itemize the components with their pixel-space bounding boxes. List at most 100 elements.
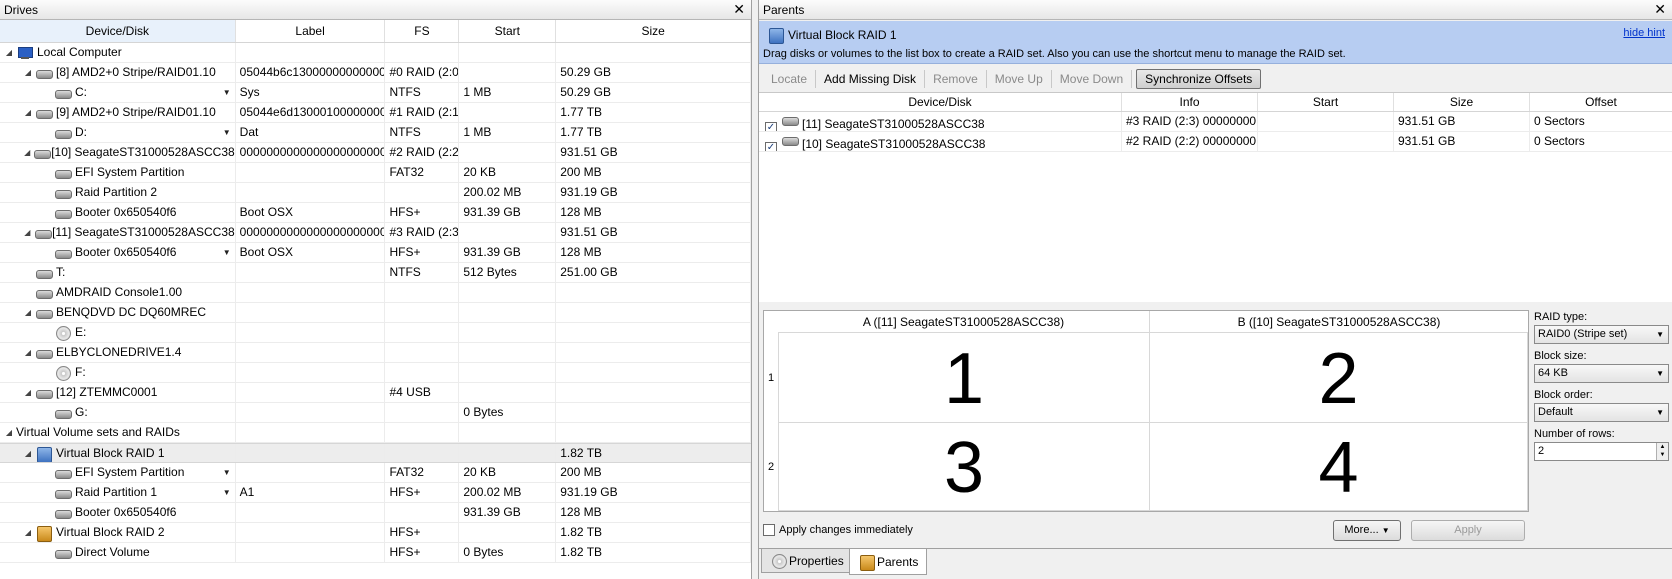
- more-button[interactable]: More... ▼: [1333, 520, 1401, 541]
- device-name: EFI System Partition: [75, 465, 185, 479]
- expand-toggle-icon[interactable]: ◢: [23, 223, 32, 242]
- parents-column-size[interactable]: Size: [1394, 93, 1530, 111]
- drive-tree-row[interactable]: ◢ Local Computer: [0, 43, 751, 63]
- move-up-button[interactable]: Move Up: [987, 70, 1052, 88]
- apply-button[interactable]: Apply: [1411, 520, 1525, 541]
- fs-cell: #3 RAID (2:3): [385, 223, 460, 242]
- drive-tree-row[interactable]: D: ▼ Dat NTFS 1 MB 1.77 TB: [0, 123, 751, 143]
- column-fs[interactable]: FS: [385, 20, 460, 42]
- grid-block-cell: 3: [778, 423, 1150, 511]
- expand-toggle-icon[interactable]: ◢: [23, 383, 33, 402]
- rows-stepper[interactable]: 2 ▲ ▼: [1534, 442, 1669, 461]
- disk-icon: [33, 145, 52, 161]
- disk-icon: [34, 225, 53, 241]
- expand-toggle-icon[interactable]: ◢: [4, 423, 14, 442]
- locate-button[interactable]: Locate: [763, 70, 817, 88]
- drive-tree-row[interactable]: ◢ ELBYCLONEDRIVE1.4: [0, 343, 751, 363]
- drive-tree-row[interactable]: ◢ [8] AMD2+0 Stripe/RAID01.10 05044b6c1300…: [0, 63, 751, 83]
- block-size-select[interactable]: 64 KB ▼: [1534, 364, 1669, 383]
- drive-tree-row[interactable]: ◢ Virtual Block RAID 1 1.82 TB: [0, 443, 751, 463]
- device-cell: ◢ [9] AMD2+0 Stripe/RAID01.10: [0, 103, 236, 122]
- drive-tree-row[interactable]: Booter 0x650540f6 931.39 GB 128 MB: [0, 503, 751, 523]
- tree-node: D:: [0, 123, 235, 142]
- drive-tree-row[interactable]: Raid Partition 1 ▼ A1 HFS+ 200.02 MB 931.19 G…: [0, 483, 751, 503]
- parent-checkbox[interactable]: ✓: [765, 122, 777, 131]
- dropdown-arrow-icon[interactable]: ▼: [223, 83, 231, 102]
- dropdown-arrow-icon[interactable]: ▼: [223, 123, 231, 142]
- more-label: More...: [1344, 524, 1379, 536]
- drive-tree-row[interactable]: E:: [0, 323, 751, 343]
- apply-immediately-option[interactable]: Apply changes immediately: [763, 524, 913, 536]
- drive-tree-row[interactable]: G: 0 Bytes: [0, 403, 751, 423]
- column-label[interactable]: Label: [236, 20, 386, 42]
- expand-toggle-icon[interactable]: ◢: [23, 523, 33, 542]
- expand-toggle-icon[interactable]: ◢: [23, 103, 33, 122]
- drive-tree-row[interactable]: Direct Volume HFS+ 0 Bytes 1.82 TB: [0, 543, 751, 563]
- drive-tree-row[interactable]: ◢ [9] AMD2+0 Stripe/RAID01.10 05044e6d1300…: [0, 103, 751, 123]
- parents-list-row[interactable]: ✓ [10] SeagateST31000528ASCC38 #2 RAID (2…: [759, 132, 1672, 152]
- label-cell: [236, 343, 386, 362]
- drive-tree-row[interactable]: ◢ [11] SeagateST31000528ASCC38 00000000000…: [0, 223, 751, 243]
- start-cell: [459, 43, 557, 62]
- drive-tree-row[interactable]: C: ▼ Sys NTFS 1 MB 50.29 GB: [0, 83, 751, 103]
- apply-immediately-checkbox[interactable]: [763, 524, 775, 536]
- drive-tree-row[interactable]: F:: [0, 363, 751, 383]
- column-size[interactable]: Size: [556, 20, 751, 42]
- device-name: Booter 0x650540f6: [75, 505, 177, 519]
- disk-icon: [54, 545, 72, 561]
- remove-button[interactable]: Remove: [925, 70, 987, 88]
- drive-tree-row[interactable]: EFI System Partition FAT32 20 KB 200 MB: [0, 163, 751, 183]
- move-down-button[interactable]: Move Down: [1052, 70, 1133, 88]
- size-cell: 1.82 TB: [556, 444, 751, 462]
- parents-list-row[interactable]: ✓ [11] SeagateST31000528ASCC38 #3 RAID (2…: [759, 112, 1672, 132]
- parent-checkbox[interactable]: ✓: [765, 142, 777, 151]
- synchronize-offsets-button[interactable]: Synchronize Offsets: [1136, 69, 1262, 89]
- device-cell: G:: [0, 403, 236, 422]
- tab-properties[interactable]: Properties: [761, 549, 853, 573]
- add-missing-disk-button[interactable]: Add Missing Disk: [816, 70, 926, 88]
- expand-toggle-icon[interactable]: ◢: [23, 444, 33, 462]
- drive-tree-row[interactable]: ◢ [12] ZTEMMC0001 #4 USB: [0, 383, 751, 403]
- device-cell: ◢ ELBYCLONEDRIVE1.4: [0, 343, 236, 362]
- drive-tree-row[interactable]: EFI System Partition ▼ FAT32 20 KB 200 MB: [0, 463, 751, 483]
- dropdown-arrow-icon[interactable]: ▼: [223, 483, 231, 502]
- hide-hint-link[interactable]: hide hint: [1623, 27, 1665, 39]
- size-cell: [556, 43, 751, 62]
- spin-arrows-icon[interactable]: ▲ ▼: [1656, 443, 1668, 460]
- parents-column-start[interactable]: Start: [1258, 93, 1394, 111]
- disk-icon: [54, 185, 72, 201]
- parents-panel: Parents ✕ Virtual Block RAID 1 Drag disk…: [758, 0, 1672, 579]
- column-device-disk[interactable]: Device/Disk: [0, 20, 236, 42]
- parents-close-icon[interactable]: ✕: [1654, 0, 1666, 18]
- drive-tree-row[interactable]: ◢ Virtual Volume sets and RAIDs: [0, 423, 751, 443]
- drive-tree-row[interactable]: Booter 0x650540f6 ▼ Boot OSX HFS+ 931.39 GB 1…: [0, 243, 751, 263]
- block-order-select[interactable]: Default ▼: [1534, 403, 1669, 422]
- device-cell: ◢ BENQDVD DC DQ60MREC: [0, 303, 236, 322]
- expand-toggle-icon[interactable]: ◢: [23, 343, 33, 362]
- dropdown-arrow-icon[interactable]: ▼: [223, 463, 231, 482]
- raid-type-select[interactable]: RAID0 (Stripe set) ▼: [1534, 325, 1669, 344]
- parents-column-info[interactable]: Info: [1122, 93, 1258, 111]
- drive-tree-row[interactable]: Raid Partition 2 200.02 MB 931.19 GB: [0, 183, 751, 203]
- start-cell: 0 Bytes: [459, 403, 557, 422]
- device-cell: Raid Partition 1 ▼: [0, 483, 236, 502]
- dropdown-arrow-icon[interactable]: ▼: [223, 243, 231, 262]
- expand-toggle-icon[interactable]: ◢: [23, 303, 33, 322]
- expand-toggle-icon[interactable]: ◢: [23, 143, 31, 162]
- label-cell: [236, 463, 386, 482]
- expand-toggle-icon[interactable]: ◢: [23, 63, 33, 82]
- parents-column-offset[interactable]: Offset: [1530, 93, 1672, 111]
- drive-tree-row[interactable]: Booter 0x650540f6 Boot OSX HFS+ 931.39 GB 12…: [0, 203, 751, 223]
- column-start[interactable]: Start: [459, 20, 557, 42]
- drive-tree-row[interactable]: AMDRAID Console1.00: [0, 283, 751, 303]
- parent-info-cell: #2 RAID (2:2) 00000000...: [1122, 132, 1258, 151]
- drive-tree-row[interactable]: ◢ Virtual Block RAID 2 HFS+ 1.82 TB: [0, 523, 751, 543]
- expand-toggle-icon[interactable]: ◢: [4, 43, 14, 62]
- drives-close-icon[interactable]: ✕: [733, 0, 745, 18]
- block-size-label: Block size:: [1534, 350, 1587, 362]
- drive-tree-row[interactable]: ◢ BENQDVD DC DQ60MREC: [0, 303, 751, 323]
- tab-parents[interactable]: Parents: [849, 549, 928, 575]
- parents-column-device[interactable]: Device/Disk: [759, 93, 1122, 111]
- drive-tree-row[interactable]: ◢ [10] SeagateST31000528ASCC38 00000000000…: [0, 143, 751, 163]
- drive-tree-row[interactable]: T: NTFS 512 Bytes 251.00 GB: [0, 263, 751, 283]
